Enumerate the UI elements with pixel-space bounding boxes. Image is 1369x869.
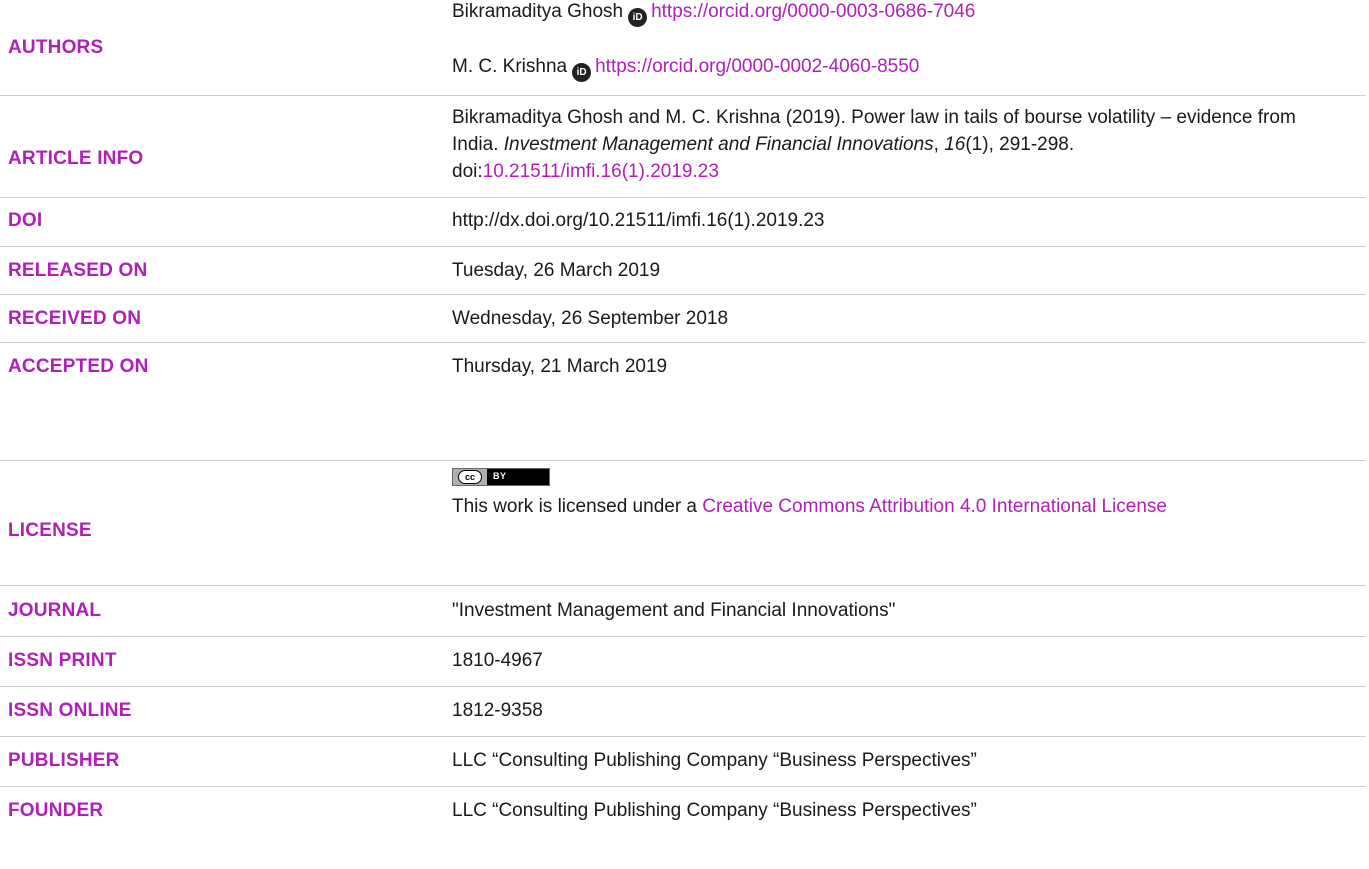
received-value: Wednesday, 26 September 2018: [452, 308, 729, 329]
orcid-icon: iD: [628, 8, 648, 27]
issn-print-label: ISSN PRINT: [8, 650, 117, 671]
released-value: Tuesday, 26 March 2019: [452, 260, 661, 281]
released-label: RELEASED ON: [8, 260, 148, 281]
article-info-label: ARTICLE INFO: [8, 148, 144, 169]
orcid-link[interactable]: https://orcid.org/0000-0003-0686-7046: [651, 1, 975, 22]
author-2: M. C. Krishna iD https://orcid.org/0000-00…: [452, 51, 1332, 83]
citation-journal: Investment Management and Financial Inno…: [503, 134, 934, 155]
issn-online-label: ISSN ONLINE: [8, 700, 132, 721]
license-link[interactable]: Creative Commons Attribution 4.0 Interna…: [702, 496, 1167, 517]
license-prefix: This work is licensed under a: [452, 496, 703, 517]
separator: [0, 342, 1366, 343]
citation-doi-link[interactable]: 10.21511/imfi.16(1).2019.23: [483, 161, 719, 182]
separator: [0, 686, 1366, 687]
orcid-icon: iD: [572, 63, 592, 82]
publisher-value: LLC “Consulting Publishing Company “Busi…: [452, 750, 977, 771]
accepted-value: Thursday, 21 March 2019: [452, 356, 668, 377]
author-name: M. C. Krishna: [452, 56, 568, 77]
founder-value: LLC “Consulting Publishing Company “Busi…: [452, 800, 977, 821]
separator: [0, 197, 1366, 198]
citation-comma: ,: [933, 134, 945, 155]
issn-online-value: 1812-9358: [452, 700, 543, 721]
journal-label: JOURNAL: [8, 600, 102, 621]
by-icon: BY: [493, 471, 507, 481]
journal-value: "Investment Management and Financial Inn…: [452, 600, 896, 621]
cc-by-badge[interactable]: cc BY: [452, 468, 550, 486]
doi-label: DOI: [8, 210, 43, 231]
author-1: Bikramaditya Ghosh iD https://orcid.org/00…: [452, 0, 1332, 28]
publisher-label: PUBLISHER: [8, 750, 120, 771]
cc-icon: cc: [458, 470, 482, 484]
separator: [0, 636, 1366, 637]
separator: [0, 736, 1366, 737]
accepted-label: ACCEPTED ON: [8, 356, 149, 377]
separator: [0, 460, 1366, 461]
license-label: LICENSE: [8, 520, 92, 541]
doi-value: http://dx.doi.org/10.21511/imfi.16(1).20…: [452, 210, 825, 231]
author-name: Bikramaditya Ghosh: [452, 1, 624, 22]
separator: [0, 585, 1366, 586]
issn-print-value: 1810-4967: [452, 650, 543, 671]
founder-label: FOUNDER: [8, 800, 104, 821]
citation-volume: 16: [944, 134, 966, 155]
article-citation: Bikramaditya Ghosh and M. C. Krishna (20…: [452, 104, 1322, 185]
received-label: RECEIVED ON: [8, 308, 142, 329]
separator: [0, 294, 1366, 295]
separator: [0, 95, 1366, 96]
separator: [0, 246, 1366, 247]
orcid-link[interactable]: https://orcid.org/0000-0002-4060-8550: [595, 56, 919, 77]
separator: [0, 786, 1366, 787]
license-text: This work is licensed under a Creative C…: [452, 493, 1332, 520]
authors-label: AUTHORS: [8, 37, 104, 58]
